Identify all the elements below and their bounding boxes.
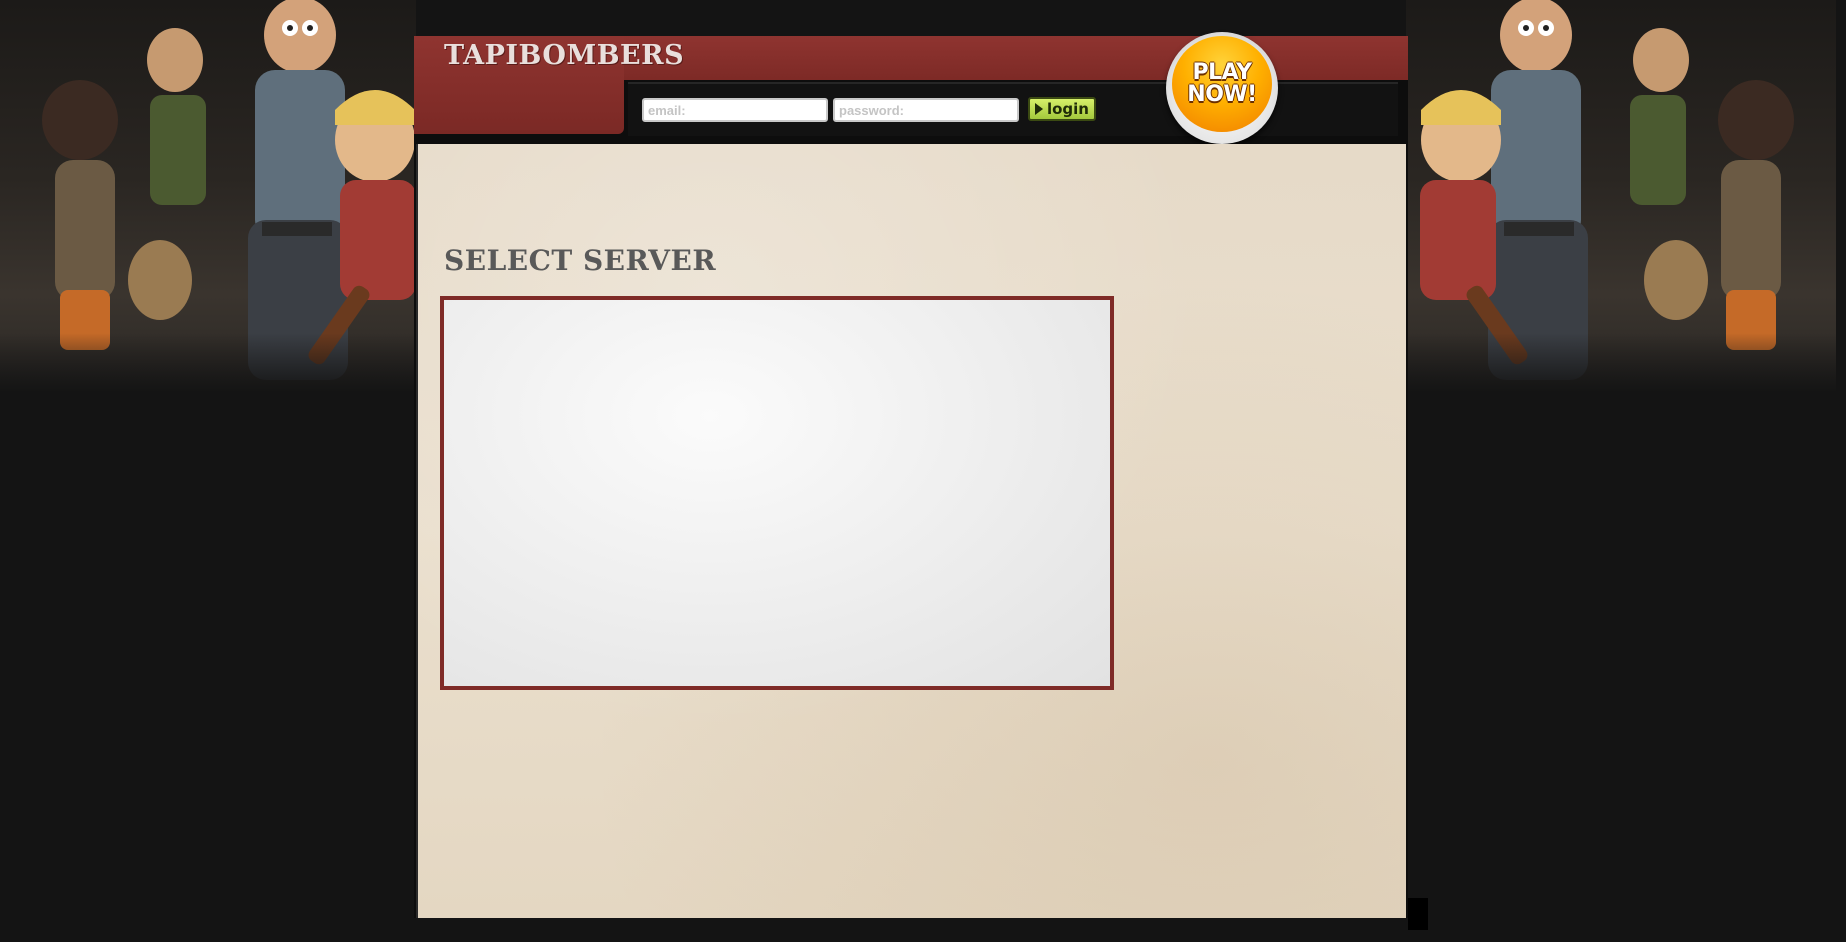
characters-illustration-left	[42, 0, 416, 380]
corner-block	[1408, 898, 1428, 930]
right-banner-illustration	[1406, 0, 1836, 393]
login-button[interactable]: login	[1028, 97, 1096, 121]
login-button-label: login	[1046, 100, 1089, 118]
server-list-panel[interactable]	[440, 296, 1114, 690]
content-area: SELECT SERVER	[416, 144, 1406, 918]
play-triangle-icon	[1034, 103, 1043, 115]
page-title: SELECT SERVER	[444, 244, 717, 277]
left-banner-illustration	[0, 0, 416, 393]
email-field[interactable]	[642, 98, 828, 122]
page: TAPIBOMBERS login PLAY NOW! SELECT SERVE…	[0, 0, 1846, 942]
play-now-line1: PLAY	[1192, 60, 1253, 85]
play-now-line2: NOW!	[1187, 82, 1257, 107]
play-now-disc: PLAY NOW!	[1172, 36, 1272, 132]
password-field[interactable]	[833, 98, 1019, 122]
characters-illustration-right	[1420, 0, 1794, 380]
play-now-button[interactable]: PLAY NOW!	[1166, 32, 1278, 144]
